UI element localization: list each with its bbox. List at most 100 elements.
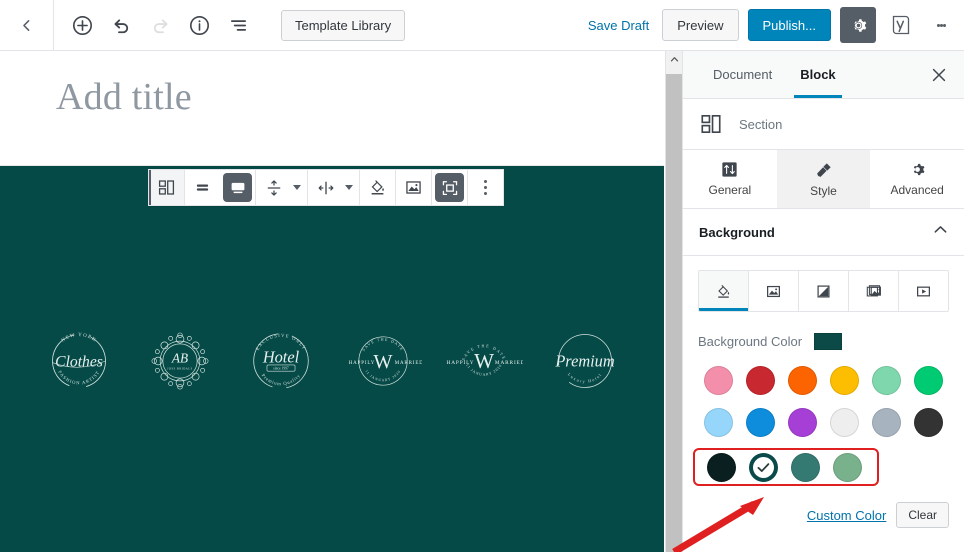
swatch-blue[interactable] bbox=[746, 408, 775, 437]
chevron-up-icon bbox=[933, 222, 948, 237]
section-boundary-button[interactable] bbox=[435, 173, 464, 202]
back-button[interactable] bbox=[0, 0, 54, 50]
undo-button[interactable] bbox=[103, 7, 139, 43]
color-swatch-cell bbox=[823, 364, 865, 396]
svg-text:Premium Quality: Premium Quality bbox=[260, 373, 302, 387]
color-swatch-cell bbox=[740, 406, 782, 438]
swatch-near-black[interactable] bbox=[707, 453, 736, 482]
preview-label: Preview bbox=[677, 18, 723, 33]
bg-type-gradient[interactable] bbox=[799, 271, 849, 311]
section-block[interactable]: NEW YORK FASHION ARTIST Clothes bbox=[0, 166, 664, 552]
logo-premium-circle: Luxury Hotel Premium bbox=[546, 322, 624, 400]
swatch-green[interactable] bbox=[914, 366, 943, 395]
subtab-general[interactable]: General bbox=[683, 150, 777, 208]
swatch-dark-gray[interactable] bbox=[914, 408, 943, 437]
sliders-icon bbox=[721, 161, 738, 178]
tab-document[interactable]: Document bbox=[699, 51, 786, 98]
horizontal-spacing-group bbox=[308, 170, 360, 205]
bg-type-color[interactable] bbox=[699, 271, 749, 311]
tab-block-label: Block bbox=[800, 67, 835, 82]
custom-color-link[interactable]: Custom Color bbox=[807, 508, 886, 523]
background-color-button[interactable] bbox=[360, 170, 395, 205]
logo-happily-married-solid: SAVE THE DATE 11 JANUARY 2020 W HAPPILY … bbox=[344, 322, 422, 400]
svg-text:JOSS BRIDALS: JOSS BRIDALS bbox=[167, 368, 192, 371]
paint-bucket-icon bbox=[715, 283, 732, 300]
color-swatch-cell bbox=[698, 364, 740, 396]
preview-button[interactable]: Preview bbox=[662, 9, 738, 41]
block-type-group bbox=[149, 170, 185, 205]
subtab-advanced-label: Advanced bbox=[890, 183, 943, 197]
content-width-button[interactable] bbox=[185, 170, 220, 205]
background-color-chip[interactable] bbox=[814, 333, 842, 350]
horizontal-spacing-dropdown[interactable] bbox=[343, 170, 359, 205]
swatch-white[interactable] bbox=[830, 408, 859, 437]
color-swatch-cell bbox=[740, 364, 782, 396]
swatch-orange[interactable] bbox=[788, 366, 817, 395]
scrollbar-thumb[interactable] bbox=[666, 74, 683, 552]
editor-canvas: Add title NEW YORK bbox=[0, 51, 664, 552]
background-image-button[interactable] bbox=[396, 170, 431, 205]
swatch-amber[interactable] bbox=[830, 366, 859, 395]
bg-type-video[interactable] bbox=[899, 271, 948, 311]
block-navigation-button[interactable] bbox=[220, 7, 256, 43]
subtab-advanced[interactable]: Advanced bbox=[870, 150, 964, 208]
bg-type-slideshow[interactable] bbox=[849, 271, 899, 311]
settings-toggle-button[interactable] bbox=[840, 7, 876, 43]
panel-collapse-toggle[interactable] bbox=[933, 222, 948, 242]
chevron-up-icon bbox=[670, 55, 679, 64]
background-image-group bbox=[396, 170, 432, 205]
selected-block-name: Section bbox=[739, 117, 782, 132]
color-swatch-cell bbox=[865, 406, 907, 438]
add-block-button[interactable] bbox=[64, 7, 100, 43]
vertical-spacing-button[interactable] bbox=[256, 170, 291, 205]
publish-label: Publish... bbox=[763, 18, 816, 33]
more-options-button[interactable] bbox=[468, 170, 503, 205]
subtab-style[interactable]: Style bbox=[777, 150, 871, 208]
color-swatch-grid bbox=[698, 364, 949, 486]
background-panel-header[interactable]: Background bbox=[683, 209, 964, 256]
template-library-button[interactable]: Template Library bbox=[281, 10, 405, 41]
swatch-light-blue[interactable] bbox=[704, 408, 733, 437]
redo-arrow-icon bbox=[150, 15, 171, 36]
section-blocks-icon bbox=[157, 178, 176, 197]
svg-text:Premium: Premium bbox=[555, 351, 616, 370]
post-title-area[interactable]: Add title bbox=[0, 51, 664, 119]
swatch-sage[interactable] bbox=[833, 453, 862, 482]
swatch-mint[interactable] bbox=[872, 366, 901, 395]
tab-block[interactable]: Block bbox=[786, 51, 849, 98]
play-video-icon bbox=[915, 283, 932, 300]
yoast-seo-button[interactable] bbox=[885, 9, 917, 41]
post-title-placeholder[interactable]: Add title bbox=[56, 77, 664, 119]
sidebar-tabs: Document Block bbox=[683, 51, 964, 99]
kebab-menu-icon bbox=[484, 178, 487, 197]
more-tools-button[interactable] bbox=[926, 7, 956, 43]
vertical-spacing-dropdown[interactable] bbox=[291, 170, 307, 205]
horizontal-spacing-button[interactable] bbox=[308, 170, 343, 205]
swatch-teal[interactable] bbox=[791, 453, 820, 482]
block-type-section-button[interactable] bbox=[149, 170, 184, 205]
svg-text:MARRIED: MARRIED bbox=[495, 360, 523, 366]
content-info-button[interactable] bbox=[181, 7, 217, 43]
svg-text:FASHION ARTIST: FASHION ARTIST bbox=[56, 370, 101, 386]
swatch-purple[interactable] bbox=[788, 408, 817, 437]
block-toolbar bbox=[148, 169, 504, 206]
section-blocks-icon bbox=[699, 112, 723, 136]
swatch-dark-teal-selected[interactable] bbox=[749, 453, 778, 482]
background-color-label: Background Color bbox=[698, 334, 802, 349]
color-swatch-cell bbox=[782, 406, 824, 438]
scroll-up-button[interactable] bbox=[666, 51, 683, 68]
redo-button[interactable] bbox=[142, 7, 178, 43]
section-boundary-group bbox=[432, 170, 468, 205]
close-sidebar-button[interactable] bbox=[922, 58, 956, 92]
clear-color-button[interactable]: Clear bbox=[896, 502, 949, 528]
bg-type-image[interactable] bbox=[749, 271, 799, 311]
full-width-button[interactable] bbox=[223, 173, 252, 202]
publish-button[interactable]: Publish... bbox=[748, 9, 831, 41]
swatch-gray[interactable] bbox=[872, 408, 901, 437]
swatch-red[interactable] bbox=[746, 366, 775, 395]
subtab-general-label: General bbox=[708, 183, 751, 197]
svg-text:AB: AB bbox=[171, 351, 188, 366]
canvas-scrollbar[interactable] bbox=[665, 51, 682, 552]
swatch-pink[interactable] bbox=[704, 366, 733, 395]
save-draft-button[interactable]: Save Draft bbox=[584, 18, 653, 33]
